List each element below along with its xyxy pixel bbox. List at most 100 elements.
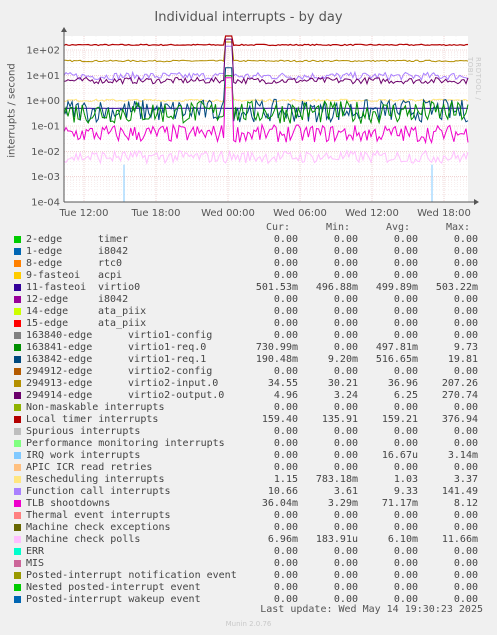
legend-swatch <box>14 536 21 543</box>
legend-value-max: 0.00 <box>453 330 478 341</box>
legend-swatch <box>14 548 21 555</box>
legend-row: 163842-edge virtio1-req.1 190.48m 9.20m 516.… <box>14 354 484 366</box>
legend-row: Posted-interrupt notification event 0.00 0… <box>14 570 484 582</box>
x-tick-label: Wed 00:00 <box>201 208 255 219</box>
y-tick-label: 1e+01 <box>26 71 60 82</box>
legend-row: Performance monitoring interrupts 0.00 0.0… <box>14 438 484 450</box>
legend-description: virtio1-config <box>128 330 213 341</box>
legend-swatch <box>14 320 21 327</box>
legend-description: timer <box>98 234 129 245</box>
legend-label: 14-edge <box>26 306 69 317</box>
x-tick-label: Tue 12:00 <box>58 208 108 219</box>
legend-value-max: 8.12 <box>453 498 478 509</box>
legend-swatch <box>14 464 21 471</box>
legend-label: Performance monitoring interrupts <box>26 438 225 449</box>
legend-label: APIC ICR read retries <box>26 462 153 473</box>
legend-swatch <box>14 416 21 423</box>
legend-value-max: 376.94 <box>441 414 478 425</box>
legend-label: Machine check polls <box>26 534 141 545</box>
legend-value-max: 0.00 <box>453 234 478 245</box>
legend-description: i8042 <box>98 294 129 305</box>
legend-label: 294914-edge <box>26 390 93 401</box>
legend-label: 294913-edge <box>26 378 93 389</box>
legend-label: 9-fasteoi <box>26 270 81 281</box>
munin-version: Munin 2.0.76 <box>225 620 272 628</box>
legend-row: Thermal event interrupts 0.00 0.00 0.00 0.00 <box>14 510 484 522</box>
legend-row: 294912-edge virtio2-config 0.00 0.00 0.00 0.0… <box>14 366 484 378</box>
legend-value-max: 503.22m <box>435 282 478 293</box>
legend-swatch <box>14 236 21 243</box>
legend-label: TLB shootdowns <box>26 498 111 509</box>
legend-row: Nested posted-interrupt event 0.00 0.00 0.0… <box>14 582 484 594</box>
legend-row: 15-edge ata_piix 0.00 0.00 0.00 0.00 <box>14 318 484 330</box>
col-header-cur: Cur: <box>266 222 291 233</box>
legend-label: ERR <box>26 546 45 557</box>
legend-label: IRQ work interrupts <box>26 450 141 461</box>
chart-canvas: 1e+021e+011e+001e-011e-021e-031e-04Tue 1… <box>26 27 479 219</box>
legend-row: 294914-edge virtio2-output.0 4.96 3.24 6.25 2… <box>14 390 484 402</box>
legend-row: 1-edge i8042 0.00 0.00 0.00 0.00 <box>14 246 484 258</box>
legend-swatch <box>14 356 21 363</box>
legend-swatch <box>14 248 21 255</box>
legend-label: Nested posted-interrupt event <box>26 582 201 593</box>
legend-label: Function call interrupts <box>26 486 171 497</box>
y-tick-label: 1e-04 <box>31 198 60 209</box>
legend-value-max: 141.49 <box>441 486 478 497</box>
legend-swatch <box>14 476 21 483</box>
x-tick-label: Wed 18:00 <box>417 208 471 219</box>
legend-label: Spurious interrupts <box>26 426 141 437</box>
legend-swatch <box>14 488 21 495</box>
legend-swatch <box>14 284 21 291</box>
legend-label: 163841-edge <box>26 342 93 353</box>
legend-swatch <box>14 380 21 387</box>
legend-value-max: 0.00 <box>453 438 478 449</box>
legend-description: virtio2-input.0 <box>128 378 219 389</box>
legend-value-max: 0.00 <box>453 306 478 317</box>
legend-value-max: 19.81 <box>447 354 478 365</box>
y-axis-arrow <box>61 27 67 32</box>
legend-value-max: 9.73 <box>453 342 478 353</box>
legend-value-max: 0.00 <box>453 318 478 329</box>
legend-row: Spurious interrupts 0.00 0.00 0.00 0.00 <box>14 426 484 438</box>
legend-row: APIC ICR read retries 0.00 0.00 0.00 0.00 <box>14 462 484 474</box>
legend-value-max: 3.14m <box>447 450 478 461</box>
legend-swatch <box>14 272 21 279</box>
legend-value-max: 0.00 <box>453 258 478 269</box>
legend-swatch <box>14 500 21 507</box>
legend-description: ata_piix <box>98 306 147 317</box>
legend-value-max: 11.66m <box>441 534 478 545</box>
y-tick-label: 1e-01 <box>31 122 60 133</box>
y-tick-label: 1e+00 <box>26 96 60 107</box>
legend-row: 163841-edge virtio1-req.0 730.99m 0.00 497.8… <box>14 342 484 354</box>
legend-label: Posted-interrupt wakeup event <box>26 594 201 605</box>
legend-swatch <box>14 584 21 591</box>
legend-value-max: 0.00 <box>453 522 478 533</box>
legend-row: MIS 0.00 0.00 0.00 0.00 <box>14 558 484 570</box>
legend-swatch <box>14 512 21 519</box>
legend-label: 15-edge <box>26 318 69 329</box>
y-tick-label: 1e-02 <box>31 147 60 158</box>
legend-value-max: 0.00 <box>453 402 478 413</box>
x-tick-label: Wed 06:00 <box>273 208 327 219</box>
legend-swatch <box>14 572 21 579</box>
legend-value-max: 0.00 <box>453 294 478 305</box>
legend-label: Rescheduling interrupts <box>26 474 165 485</box>
legend-value-max: 0.00 <box>453 366 478 377</box>
legend-row: TLB shootdowns 36.04m 3.29m 71.17m 8.12 <box>14 498 484 510</box>
legend-value-max: 0.00 <box>453 570 478 581</box>
legend-row: Function call interrupts 10.66 3.61 9.33 141… <box>14 486 484 498</box>
legend-row: 14-edge ata_piix 0.00 0.00 0.00 0.00 <box>14 306 484 318</box>
legend-value-max: 0.00 <box>453 462 478 473</box>
legend-label: 12-edge <box>26 294 69 305</box>
legend-row: 2-edge timer 0.00 0.00 0.00 0.00 <box>14 234 484 246</box>
legend-value-max: 0.00 <box>453 270 478 281</box>
legend-row: Non-maskable interrupts 0.00 0.00 0.00 0.00 <box>14 402 484 414</box>
legend-label: Local timer interrupts <box>26 414 159 425</box>
x-tick-label: Wed 12:00 <box>345 208 399 219</box>
legend-row: 12-edge i8042 0.00 0.00 0.00 0.00 <box>14 294 484 306</box>
legend-row: Machine check polls 6.96m 183.91u 6.10m 11.6… <box>14 534 484 546</box>
legend-value-max: 0.00 <box>453 582 478 593</box>
legend-swatch <box>14 296 21 303</box>
legend-label: Non-maskable interrupts <box>26 402 165 413</box>
legend-description: rtc0 <box>98 258 123 269</box>
